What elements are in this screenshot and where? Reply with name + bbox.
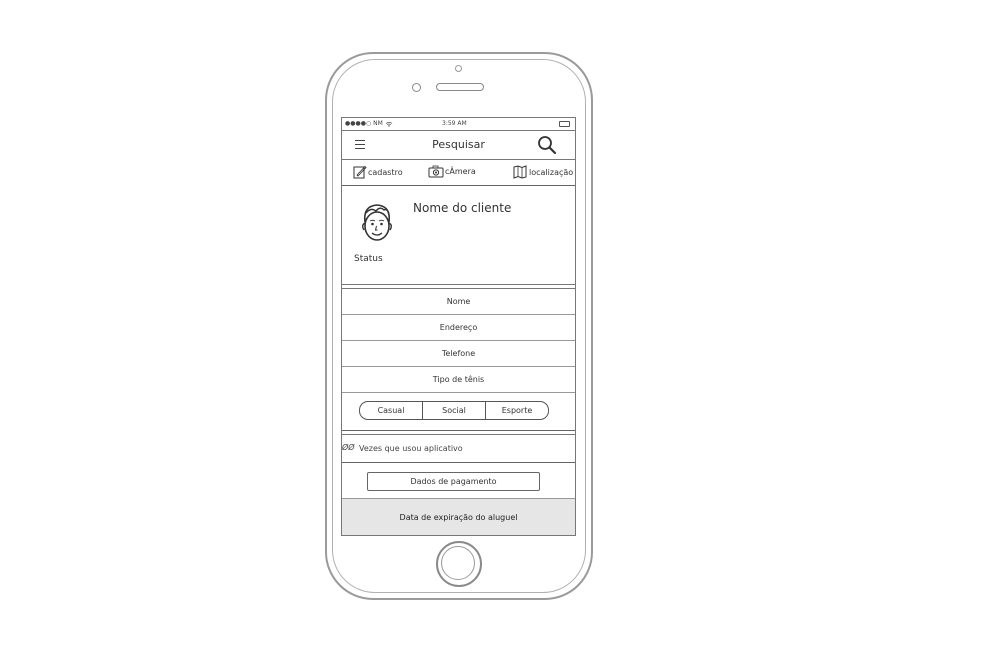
map-icon — [513, 165, 527, 179]
camera-button[interactable]: cÂmera — [428, 165, 476, 178]
nav-bar: Pesquisar — [342, 130, 575, 160]
field-endereco[interactable]: Endereço — [342, 315, 575, 341]
battery-icon — [559, 121, 570, 127]
carrier-signal: ●●●●○ NM — [345, 120, 393, 127]
camera-icon — [428, 165, 444, 178]
carrier-text: ●●●●○ NM — [345, 120, 383, 127]
cadastro-button[interactable]: cadastro — [353, 165, 403, 179]
wifi-icon — [385, 121, 392, 127]
rental-expiry-section: Data de expiração do aluguel — [342, 498, 575, 535]
client-form: Nome Endereço Telefone Tipo de tênis Cas… — [342, 288, 575, 431]
app-usage-row: ØØ Vezes que usou aplicativo — [342, 434, 575, 463]
home-button[interactable] — [436, 541, 482, 587]
action-toolbar: cadastro cÂmera localização — [342, 159, 575, 186]
field-telefone[interactable]: Telefone — [342, 341, 575, 367]
usage-label: Vezes que usou aplicativo — [359, 444, 463, 453]
app-screen: ●●●●○ NM 3:59 AM Pesquisar cadastro cÂme… — [341, 117, 576, 536]
field-nome[interactable]: Nome — [342, 289, 575, 315]
earpiece-speaker — [436, 83, 484, 91]
localizacao-button[interactable]: localização — [513, 165, 573, 179]
segment-esporte[interactable]: Esporte — [486, 402, 548, 419]
clock-time: 3:59 AM — [442, 120, 467, 127]
usage-count: ØØ — [342, 443, 355, 452]
payment-data-button[interactable]: Dados de pagamento — [367, 472, 540, 491]
search-icon[interactable] — [537, 135, 557, 155]
segment-social[interactable]: Social — [423, 402, 486, 419]
client-profile: Nome do cliente Status — [342, 186, 575, 285]
shoe-type-segmented-control: Casual Social Esporte — [359, 401, 549, 420]
client-name: Nome do cliente — [413, 201, 512, 215]
proximity-sensor — [412, 83, 421, 92]
status-label: Status — [354, 254, 383, 264]
front-camera — [455, 65, 462, 72]
field-tipo-de-tenis[interactable]: Tipo de tênis — [342, 367, 575, 393]
camera-label: cÂmera — [445, 167, 476, 176]
edit-icon — [353, 165, 367, 179]
localizacao-label: localização — [529, 167, 574, 177]
segment-casual[interactable]: Casual — [360, 402, 423, 419]
cadastro-label: cadastro — [368, 167, 403, 177]
status-bar: ●●●●○ NM 3:59 AM — [342, 118, 575, 130]
avatar-face-icon — [362, 204, 392, 241]
